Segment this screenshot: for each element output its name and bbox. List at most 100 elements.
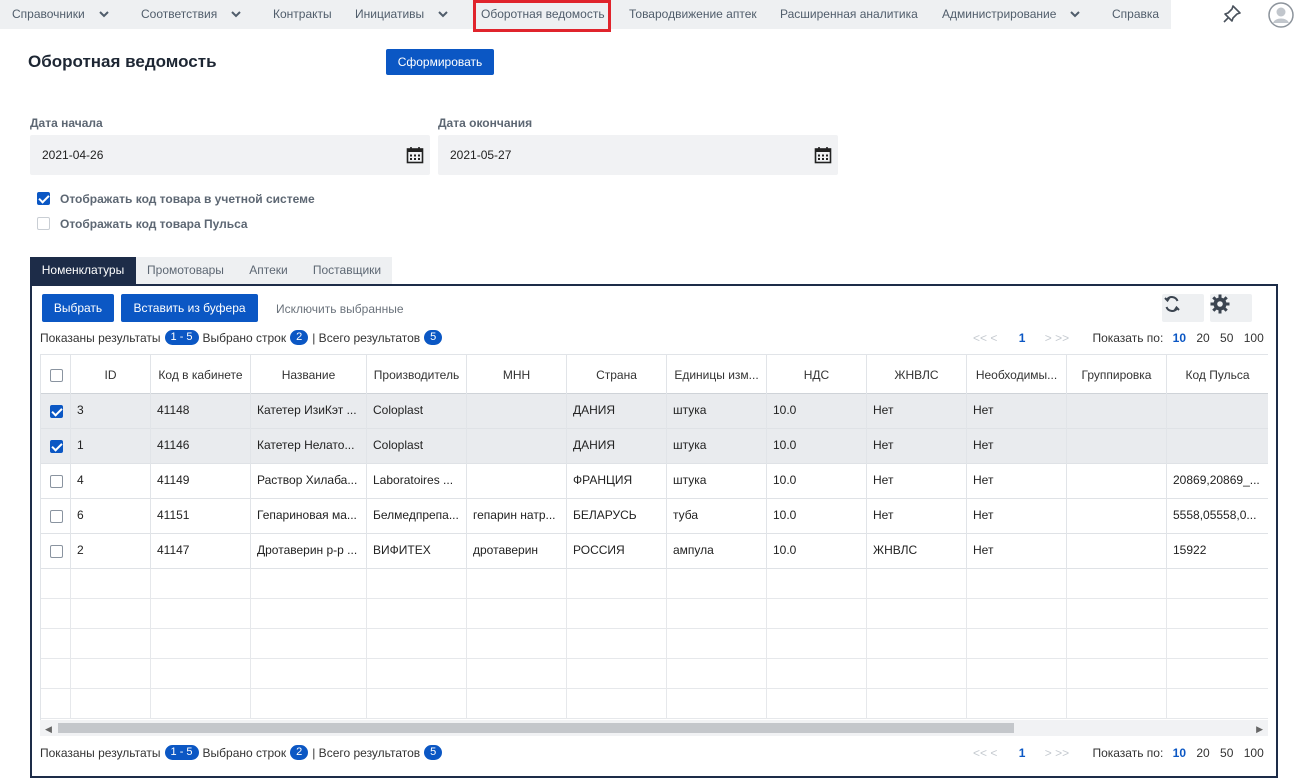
empty-cell: [71, 599, 151, 629]
row-checkbox[interactable]: [50, 405, 63, 418]
calendar-icon[interactable]: [814, 146, 832, 164]
calendar-icon[interactable]: [406, 146, 424, 164]
table-cell: ФРАНЦИЯ: [567, 464, 667, 499]
page-size-option[interactable]: 50: [1220, 331, 1233, 345]
table-cell: Нет: [967, 534, 1067, 569]
tab-nomenclatures[interactable]: Номенклатуры: [30, 257, 136, 284]
table-cell: 5558,05558,0...: [1167, 499, 1268, 534]
show-pulse-code-label[interactable]: Отображать код товара Пульса: [60, 217, 248, 231]
empty-cell: [867, 629, 967, 659]
table-row[interactable]: 4 41149 Раствор Хилаба... Laboratoires ... Ф…: [41, 464, 1268, 499]
pager-next[interactable]: > >>: [1045, 331, 1069, 345]
pager-prev[interactable]: << <: [973, 746, 997, 760]
nav-item-initiatives[interactable]: Инициативы: [355, 0, 448, 29]
table-cell: [467, 429, 567, 464]
column-header[interactable]: ЖНВЛС: [867, 355, 967, 395]
page-size-option[interactable]: 20: [1196, 331, 1209, 345]
page-size-option[interactable]: 20: [1196, 746, 1209, 760]
horizontal-scrollbar[interactable]: ◀ ▶: [40, 720, 1268, 736]
nav-item-turnover-statement[interactable]: Оборотная ведомость: [473, 0, 611, 32]
end-date-field[interactable]: 2021-05-27: [438, 135, 838, 175]
empty-cell: [367, 569, 467, 599]
shown-range-badge: 1 - 5: [164, 745, 199, 761]
column-header[interactable]: Необходимы...: [967, 355, 1067, 395]
pager-prev[interactable]: << <: [973, 331, 997, 345]
select-all-checkbox[interactable]: [50, 369, 63, 382]
row-checkbox[interactable]: [50, 545, 63, 558]
select-button[interactable]: Выбрать: [42, 294, 114, 322]
scroll-left-arrow[interactable]: ◀: [45, 724, 52, 735]
table-row[interactable]: 6 41151 Гепариновая ма... Белмедпрепа... геп…: [41, 499, 1268, 534]
shown-range-badge: 1 - 5: [164, 330, 199, 346]
row-checkbox[interactable]: [50, 475, 63, 488]
column-header[interactable]: МНН: [467, 355, 567, 395]
page-size-option[interactable]: 100: [1244, 746, 1264, 760]
row-checkbox[interactable]: [50, 510, 63, 523]
refresh-button[interactable]: [1162, 294, 1204, 322]
column-header[interactable]: Группировка: [1067, 355, 1167, 395]
tab-promo-goods[interactable]: Промотовары: [136, 257, 235, 284]
page-size-option[interactable]: 10: [1173, 331, 1186, 345]
page-size-option[interactable]: 100: [1244, 331, 1264, 345]
tab-suppliers[interactable]: Поставщики: [302, 257, 392, 284]
table-cell: ЖНВЛС: [867, 534, 967, 569]
empty-cell: [967, 659, 1067, 689]
empty-cell: [41, 569, 71, 599]
page-size-label: Показать по:: [1092, 746, 1164, 760]
table-cell: Coloplast: [367, 429, 467, 464]
scrollbar-thumb[interactable]: [58, 723, 1014, 733]
nav-item-advanced-analytics[interactable]: Расширенная аналитика: [780, 0, 918, 29]
total-label: | Всего результатов: [312, 745, 421, 760]
pager-page[interactable]: 1: [1019, 331, 1026, 345]
nav-label: Товародвижение аптек: [629, 7, 757, 21]
pager-next[interactable]: > >>: [1045, 746, 1069, 760]
empty-cell: [41, 659, 71, 689]
nav-item-contracts[interactable]: Контракты: [273, 0, 332, 29]
column-header[interactable]: НДС: [767, 355, 867, 395]
row-checkbox[interactable]: [50, 440, 63, 453]
column-header[interactable]: Единицы изм...: [667, 355, 767, 395]
nav-item-administration[interactable]: Администрирование: [942, 0, 1081, 29]
table-row[interactable]: 1 41146 Катетер Нелато... Coloplast ДАНИЯ шту…: [41, 429, 1268, 464]
selected-count-badge: 2: [290, 745, 309, 761]
empty-cell: [367, 659, 467, 689]
column-header[interactable]: Производитель: [367, 355, 467, 395]
table-cell: 4: [71, 464, 151, 499]
empty-cell: [467, 689, 567, 719]
column-header[interactable]: ID: [71, 355, 151, 395]
empty-row: [41, 629, 1268, 659]
show-pulse-code-checkbox[interactable]: [37, 217, 50, 230]
paste-from-clipboard-button[interactable]: Вставить из буфера: [121, 294, 258, 322]
page-size-option[interactable]: 50: [1220, 746, 1233, 760]
user-avatar-icon[interactable]: [1268, 2, 1294, 28]
column-header[interactable]: Страна: [567, 355, 667, 395]
scroll-right-arrow[interactable]: ▶: [1256, 724, 1263, 735]
nav-item-help[interactable]: Справка: [1112, 0, 1159, 29]
column-header[interactable]: Код Пульса: [1167, 355, 1268, 395]
table-row[interactable]: 3 41148 Катетер ИзиКэт ... Coloplast ДАНИЯ шт…: [41, 394, 1268, 429]
table-row[interactable]: 2 41147 Дротаверин р-р ... ВИФИТЕХ дротавери…: [41, 534, 1268, 569]
show-account-code-label[interactable]: Отображать код товара в учетной системе: [60, 192, 315, 206]
column-header[interactable]: Название: [251, 355, 367, 395]
selected-label: Выбрано строк: [202, 330, 287, 345]
table-cell: 10.0: [767, 464, 867, 499]
empty-cell: [567, 569, 667, 599]
selected-label: Выбрано строк: [202, 745, 287, 760]
page-size-option[interactable]: 10: [1173, 746, 1186, 760]
settings-button[interactable]: [1210, 294, 1252, 322]
nav-item-mappings[interactable]: Соответствия: [141, 0, 241, 29]
nav-item-directories[interactable]: Справочники: [12, 0, 109, 29]
tab-pharmacies[interactable]: Аптеки: [235, 257, 302, 284]
chevron-down-icon: [98, 0, 109, 29]
table-cell: Нет: [967, 464, 1067, 499]
empty-cell: [41, 629, 71, 659]
pin-icon[interactable]: [1222, 4, 1242, 24]
pager-page[interactable]: 1: [1019, 746, 1026, 760]
column-header[interactable]: Код в кабинете: [151, 355, 251, 395]
show-account-code-checkbox[interactable]: [37, 192, 50, 205]
generate-button[interactable]: Сформировать: [386, 49, 494, 75]
empty-cell: [767, 599, 867, 629]
start-date-field[interactable]: 2021-04-26: [30, 135, 430, 175]
exclude-selected-button[interactable]: Исключить выбранные: [276, 302, 404, 316]
nav-item-pharmacy-movement[interactable]: Товародвижение аптек: [629, 0, 757, 29]
